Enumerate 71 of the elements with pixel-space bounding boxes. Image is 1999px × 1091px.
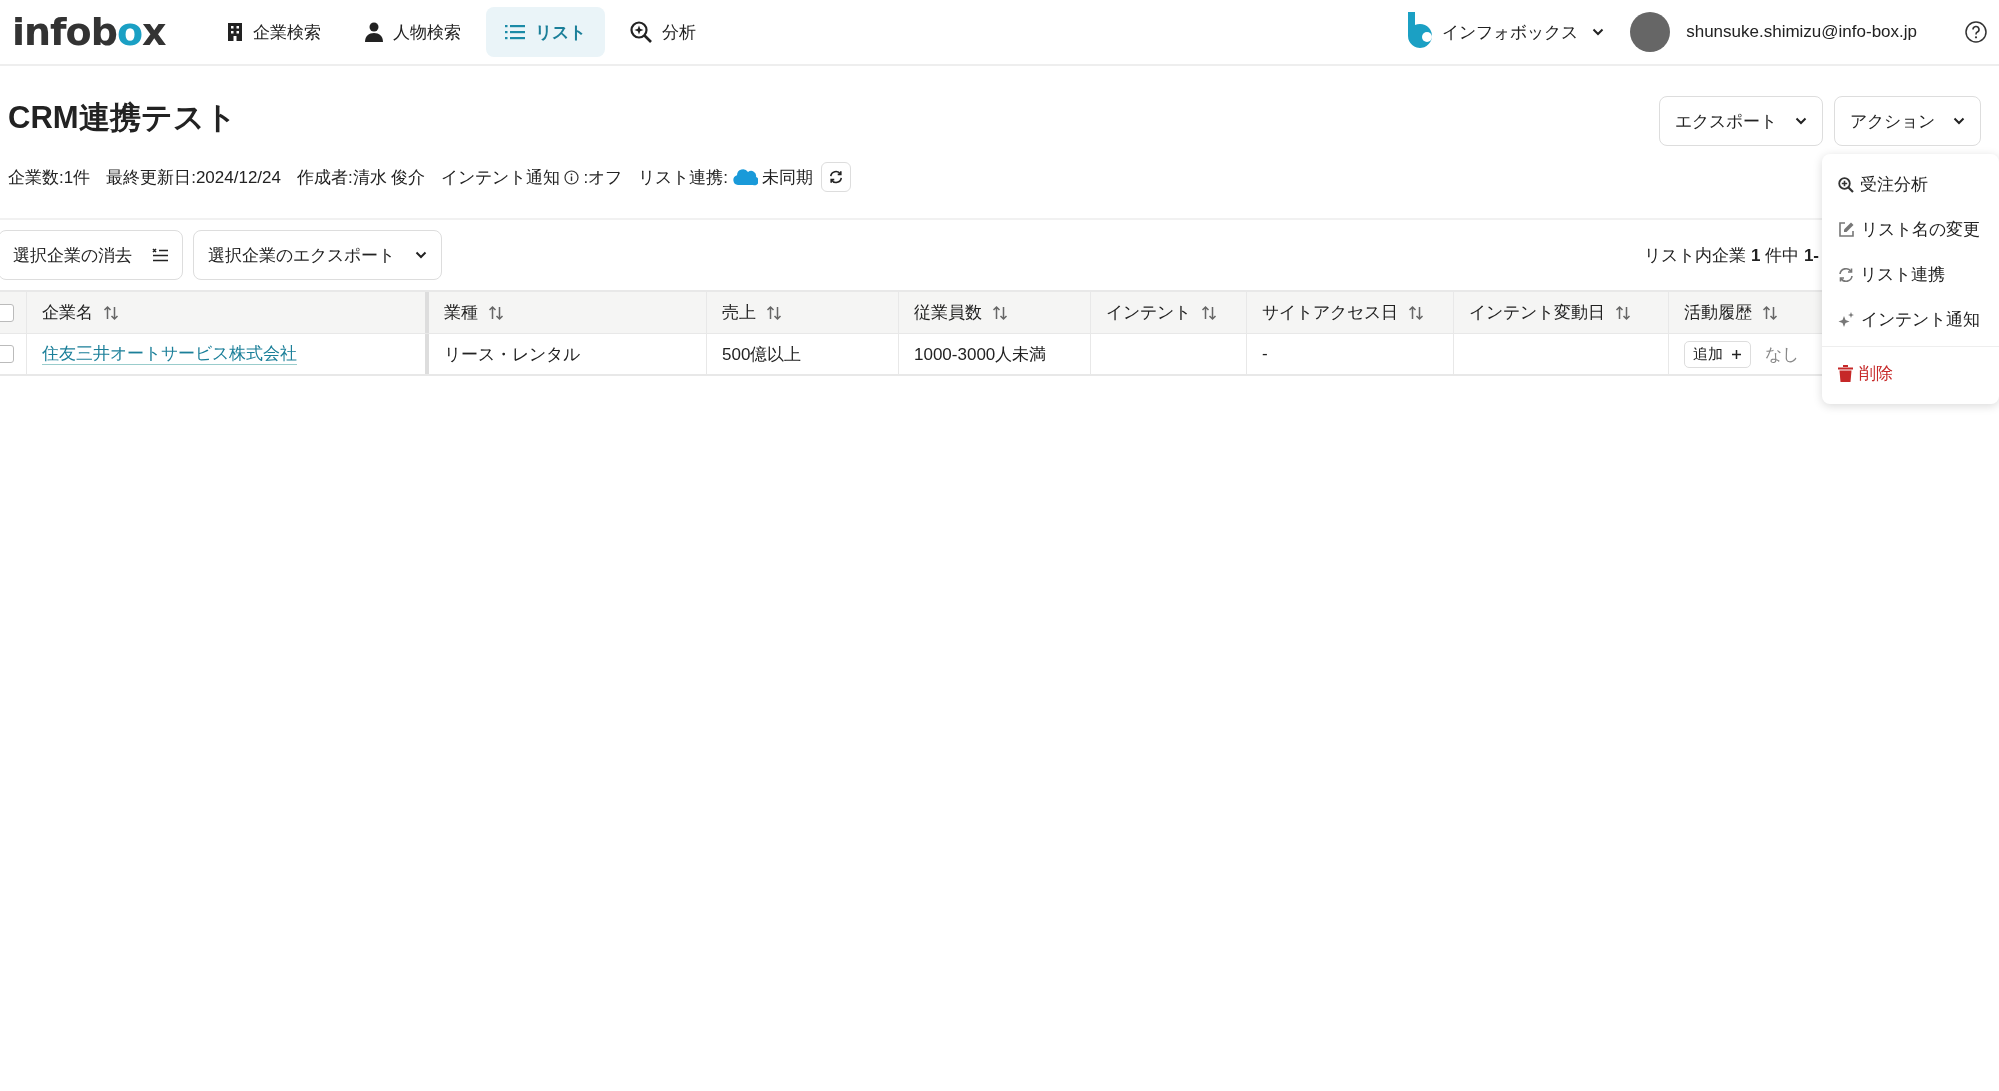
activity-status: なし	[1765, 343, 1799, 366]
menu-item[interactable]: 受注分析	[1822, 162, 1999, 207]
table-cell-text: 500億以上	[722, 343, 802, 366]
table-cell-text: リース・レンタル	[444, 343, 580, 366]
column-header[interactable]: 企業名	[42, 301, 93, 324]
menu-item[interactable]: リスト連携	[1822, 252, 1999, 297]
meta-text: 最終更新日:2024/12/24	[106, 166, 281, 189]
refresh-button[interactable]	[820, 162, 851, 192]
sort-icon[interactable]	[766, 304, 782, 321]
workspace-name[interactable]: インフォボックス	[1442, 20, 1579, 44]
trash-icon	[1838, 365, 1853, 382]
sync-icon	[828, 170, 843, 184]
avatar[interactable]	[1630, 12, 1671, 52]
help-icon[interactable]	[1965, 21, 1987, 43]
meta-value: :オフ	[583, 166, 623, 189]
table-cell-text: 1000-3000人未満	[914, 343, 1047, 366]
info-icon[interactable]	[564, 169, 580, 185]
meta-text: 企業数:1件	[8, 166, 91, 189]
nav-tab[interactable]: リスト	[485, 7, 605, 57]
nav-tab[interactable]: 分析	[610, 7, 715, 57]
magnifier-plus-icon	[1838, 176, 1854, 193]
sync-icon	[1838, 266, 1854, 283]
nav-tab[interactable]: 企業検索	[207, 7, 340, 57]
menu-item[interactable]: 削除	[1822, 351, 1999, 396]
page-title: CRM連携テスト	[8, 99, 238, 137]
person-icon	[364, 22, 383, 42]
dropdown-button[interactable]: アクション	[1834, 96, 1981, 146]
dropdown-button[interactable]: エクスポート	[1659, 96, 1823, 146]
column-header[interactable]: 売上	[722, 301, 756, 324]
chevron-down-icon	[415, 251, 427, 259]
infobox-logo[interactable]: infobox	[12, 13, 166, 51]
result-count: リスト内企業 1 件中 1-	[1644, 244, 1819, 267]
menu-item[interactable]: インテント通知	[1822, 297, 1999, 342]
user-email[interactable]: shunsuke.shimizu@info-box.jp	[1686, 22, 1917, 42]
company-link[interactable]: 住友三井オートサービス株式会社	[42, 343, 297, 365]
checkbox[interactable]	[0, 303, 14, 322]
column-header[interactable]: サイトアクセス日	[1262, 301, 1398, 324]
column-header[interactable]: インテント	[1106, 301, 1191, 324]
meta-label: インテント通知	[441, 166, 561, 189]
chevron-down-icon	[1795, 117, 1807, 125]
cloud-icon	[731, 168, 758, 186]
menu-item[interactable]: リスト名の変更	[1822, 207, 1999, 252]
add-button[interactable]: 追加	[1684, 340, 1751, 368]
plus-icon	[1731, 348, 1742, 360]
sort-icon[interactable]	[103, 304, 119, 321]
building-icon	[226, 22, 243, 42]
clear-list-icon	[152, 248, 168, 262]
toolbar-button[interactable]: 選択企業の消去	[0, 230, 183, 280]
sort-icon[interactable]	[992, 304, 1008, 321]
sort-icon[interactable]	[1408, 304, 1424, 321]
magnifier-sparkle-icon	[629, 21, 652, 43]
column-header[interactable]: 活動履歴	[1684, 301, 1752, 324]
sort-icon[interactable]	[1201, 304, 1217, 321]
sort-icon[interactable]	[488, 304, 504, 321]
table-cell: -	[1262, 344, 1268, 364]
column-header[interactable]: インテント変動日	[1469, 301, 1605, 324]
sort-icon[interactable]	[1762, 304, 1778, 321]
nav-tab[interactable]: 人物検索	[345, 7, 480, 57]
toolbar-button[interactable]: 選択企業のエクスポート	[193, 230, 442, 280]
checkbox[interactable]	[0, 345, 14, 363]
sync-status: 未同期	[761, 166, 813, 189]
pencil-square-icon	[1838, 221, 1855, 238]
meta-label: リスト連携:	[638, 166, 728, 189]
sparkle-icon	[1838, 311, 1855, 328]
sort-icon[interactable]	[1615, 304, 1631, 321]
meta-text: 作成者:清水 俊介	[297, 166, 426, 189]
chevron-down-icon	[1953, 117, 1965, 125]
list-icon	[504, 24, 525, 40]
column-header[interactable]: 業種	[444, 301, 478, 324]
column-header[interactable]: 従業員数	[914, 301, 982, 324]
chevron-down-icon	[1592, 28, 1605, 36]
